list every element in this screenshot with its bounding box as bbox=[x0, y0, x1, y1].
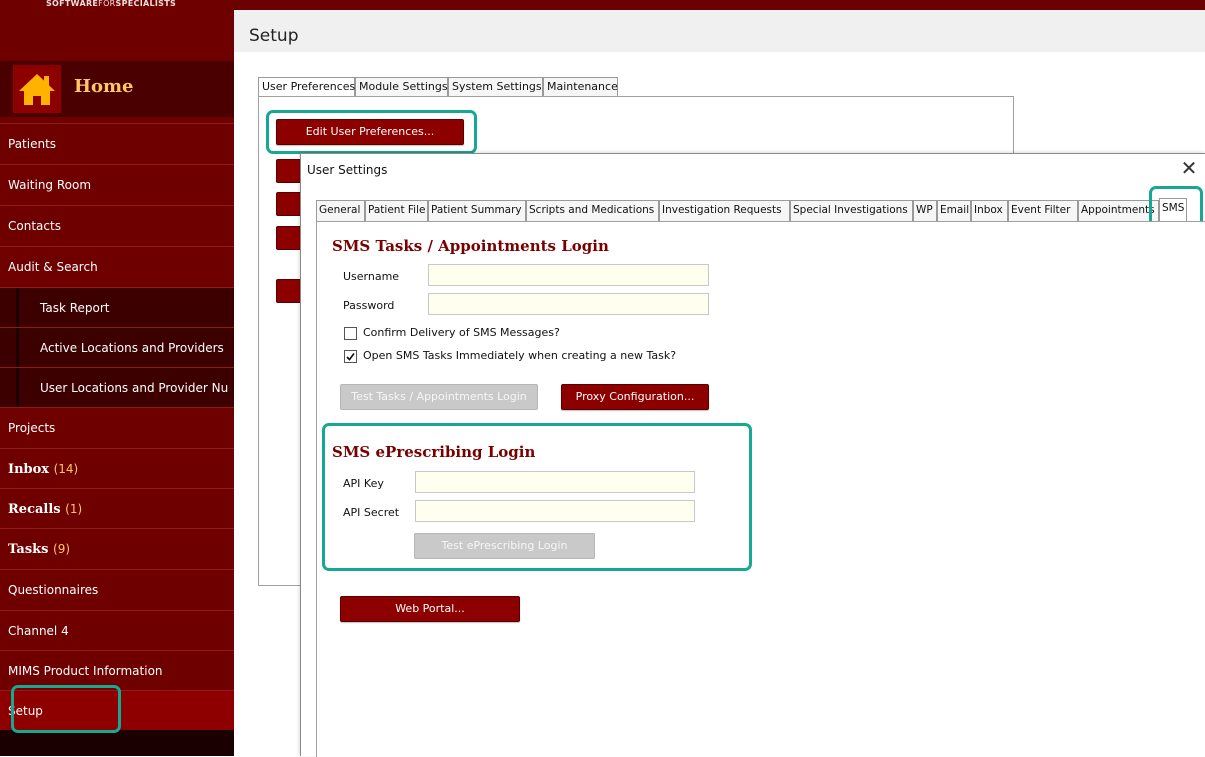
tab-inbox[interactable]: Inbox bbox=[971, 200, 1008, 221]
sidebar-item-recalls[interactable]: Recalls (1) bbox=[0, 488, 234, 528]
tasks-label: Tasks bbox=[8, 542, 49, 557]
sidebar-item-inbox[interactable]: Inbox (14) bbox=[0, 448, 234, 488]
sidebar-item-mims[interactable]: MIMS Product Information bbox=[0, 650, 234, 690]
tab-email[interactable]: Email bbox=[937, 200, 971, 221]
tab-general[interactable]: General bbox=[316, 200, 365, 221]
inbox-label: Inbox bbox=[8, 462, 50, 477]
tab-sms[interactable]: SMS bbox=[1159, 198, 1187, 221]
tasks-count: (9) bbox=[53, 542, 71, 556]
tab-user-preferences[interactable]: User Preferences bbox=[258, 77, 355, 98]
api-secret-input[interactable] bbox=[415, 500, 695, 522]
sidebar-item-projects[interactable]: Projects bbox=[0, 407, 234, 447]
tab-event-filter[interactable]: Event Filter bbox=[1008, 200, 1078, 221]
tab-maintenance[interactable]: Maintenance bbox=[543, 77, 618, 97]
sidebar-item-waiting-room[interactable]: Waiting Room bbox=[0, 164, 234, 204]
tab-system-settings[interactable]: System Settings bbox=[448, 77, 543, 97]
tab-patient-summary[interactable]: Patient Summary bbox=[428, 200, 526, 221]
recalls-count: (1) bbox=[65, 502, 83, 516]
tab-investigation-requests[interactable]: Investigation Requests bbox=[659, 200, 790, 221]
recalls-label: Recalls bbox=[8, 502, 61, 517]
home-icon bbox=[13, 65, 61, 113]
close-icon[interactable]: ✕ bbox=[1179, 156, 1199, 180]
edit-user-preferences-button[interactable]: Edit User Preferences... bbox=[276, 119, 464, 145]
tab-wp[interactable]: WP bbox=[913, 200, 937, 221]
sidebar-item-audit-search[interactable]: Audit & Search bbox=[0, 246, 234, 286]
tab-appointments[interactable]: Appointments bbox=[1078, 200, 1159, 221]
sidebar-home[interactable]: Home bbox=[0, 61, 234, 117]
confirm-delivery-checkbox[interactable] bbox=[344, 327, 357, 340]
sidebar-item-task-report[interactable]: Task Report bbox=[0, 287, 234, 327]
page-header: Setup bbox=[234, 10, 1205, 52]
dialog-title: User Settings bbox=[307, 163, 388, 177]
open-tasks-label: Open SMS Tasks Immediately when creating… bbox=[363, 349, 677, 362]
sidebar-item-patients[interactable]: Patients bbox=[0, 123, 234, 163]
web-portal-button[interactable]: Web Portal... bbox=[340, 596, 520, 622]
eprescribing-title: SMS ePrescribing Login bbox=[332, 443, 536, 461]
sms-settings-panel: SMS Tasks / Appointments Login Username … bbox=[316, 221, 1205, 757]
username-label: Username bbox=[343, 270, 400, 283]
sidebar-item-contacts[interactable]: Contacts bbox=[0, 205, 234, 245]
api-secret-label: API Secret bbox=[343, 506, 400, 519]
sidebar-item-channel-4[interactable]: Channel 4 bbox=[0, 610, 234, 650]
tab-patient-file[interactable]: Patient File bbox=[365, 200, 428, 221]
sidebar-footer bbox=[0, 730, 234, 756]
password-input[interactable] bbox=[428, 293, 709, 315]
checkmark-icon bbox=[346, 353, 355, 361]
open-tasks-checkbox[interactable] bbox=[344, 350, 357, 363]
password-label: Password bbox=[343, 299, 395, 312]
sidebar-item-questionnaires[interactable]: Questionnaires bbox=[0, 569, 234, 609]
app-logo: SOFTWAREFORSPECIALISTS bbox=[46, 0, 177, 8]
tab-module-settings[interactable]: Module Settings bbox=[355, 77, 448, 97]
tab-special-investigations[interactable]: Special Investigations bbox=[790, 200, 913, 221]
confirm-delivery-label: Confirm Delivery of SMS Messages? bbox=[363, 326, 560, 339]
test-tasks-login-button[interactable]: Test Tasks / Appointments Login bbox=[340, 384, 538, 410]
username-input[interactable] bbox=[428, 264, 709, 286]
api-key-label: API Key bbox=[343, 477, 384, 490]
sidebar-item-tasks[interactable]: Tasks (9) bbox=[0, 528, 234, 568]
test-eprescribing-login-button[interactable]: Test ePrescribing Login bbox=[414, 533, 595, 559]
user-settings-dialog: User Settings ✕ General Patient File Pat… bbox=[300, 153, 1205, 757]
inbox-count: (14) bbox=[53, 462, 79, 476]
api-key-input[interactable] bbox=[415, 471, 695, 493]
sidebar-item-user-locations[interactable]: User Locations and Provider Nu bbox=[0, 367, 234, 407]
tab-scripts-medications[interactable]: Scripts and Medications bbox=[526, 200, 659, 221]
page-title: Setup bbox=[249, 26, 299, 46]
sms-login-title: SMS Tasks / Appointments Login bbox=[332, 237, 609, 255]
proxy-configuration-button[interactable]: Proxy Configuration... bbox=[561, 384, 709, 410]
sidebar-item-setup[interactable]: Setup bbox=[0, 690, 234, 730]
home-label: Home bbox=[74, 76, 134, 97]
sidebar-item-active-locations[interactable]: Active Locations and Providers bbox=[0, 327, 234, 367]
